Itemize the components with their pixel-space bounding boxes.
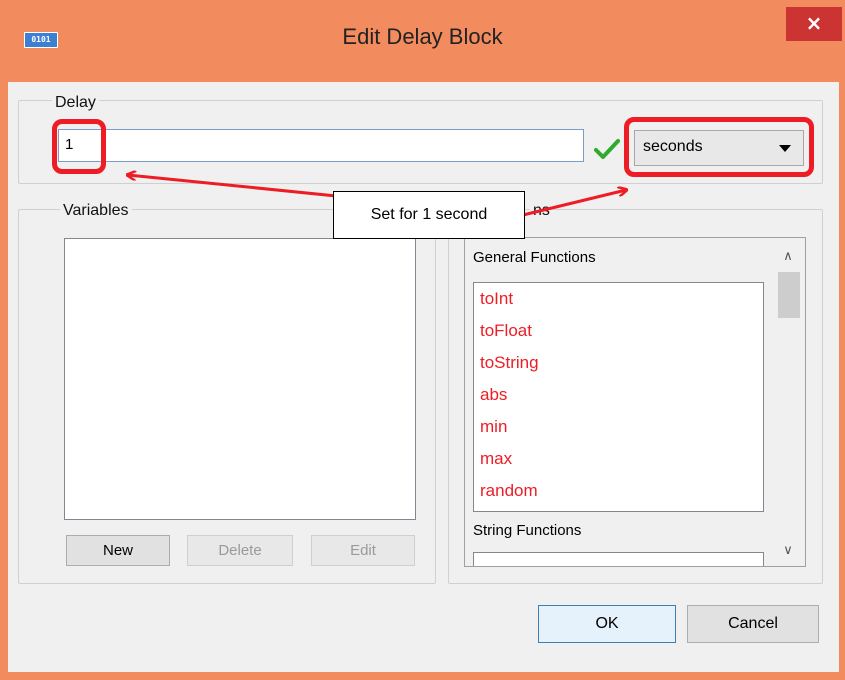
annotation-callout: Set for 1 second	[333, 191, 525, 239]
dialog-window: 0101 Edit Delay Block × Delay 1 seconds …	[0, 0, 845, 680]
annotation-arrows	[0, 0, 845, 217]
annotation-arrow-right	[522, 190, 626, 217]
